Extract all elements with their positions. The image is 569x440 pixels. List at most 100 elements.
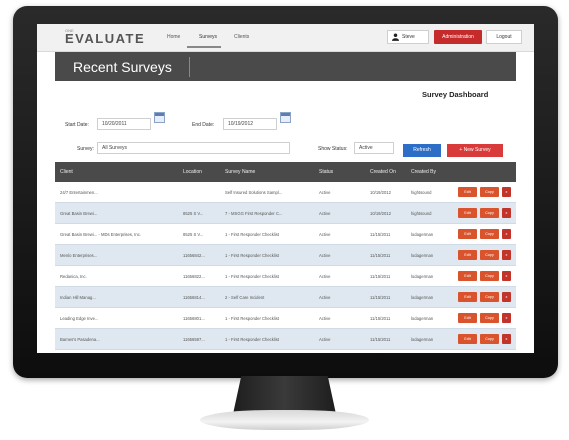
end-date-input[interactable]: 10/19/2012 <box>223 118 277 130</box>
administration-button[interactable]: Administration <box>434 30 482 44</box>
table-row[interactable]: Barnes's Pasadena...11656599...1 - First… <box>55 350 516 353</box>
table-cell: Self Insured Solutions Sampl... <box>225 190 283 195</box>
table-cell: Active <box>319 337 331 342</box>
table-row[interactable]: Indian Hill Manag... 11656814... 2 - Self … <box>55 287 516 308</box>
nav-link-home[interactable]: Home <box>167 34 180 40</box>
table-cell: 11/15/2011 <box>370 274 391 279</box>
logo-text: EVALUATE <box>65 31 146 46</box>
edit-button[interactable]: Edit <box>458 208 477 218</box>
survey-select[interactable]: All Surveys <box>97 142 290 154</box>
start-date-input[interactable]: 10/20/2011 <box>97 118 151 130</box>
table-cell: lodagerman <box>411 337 434 342</box>
table-cell: Active <box>319 274 331 279</box>
delete-button[interactable]: x <box>502 208 511 218</box>
copy-button[interactable]: Copy <box>480 313 499 323</box>
monitor-stand-base <box>200 410 369 430</box>
end-calendar-icon[interactable] <box>280 112 291 123</box>
edit-button[interactable]: Edit <box>458 250 477 260</box>
table-cell: 11/15/2011 <box>370 316 391 321</box>
edit-button[interactable]: Edit <box>458 271 477 281</box>
copy-button[interactable]: Copy <box>480 292 499 302</box>
table-cell: Redanica, Inc. <box>60 274 87 279</box>
table-cell: 1 - First Responder Checklist <box>225 253 279 258</box>
table-cell: Active <box>319 295 331 300</box>
status-select[interactable]: Active <box>354 142 394 154</box>
table-cell: lodagerman <box>411 274 434 279</box>
user-menu[interactable]: Steve <box>387 30 429 44</box>
refresh-button[interactable]: Refresh <box>403 144 441 157</box>
delete-button[interactable]: x <box>502 313 511 323</box>
table-row[interactable]: Redanica, Inc. 11656822... 1 - First Respo… <box>55 266 516 287</box>
table-cell: lodagerman <box>411 232 434 237</box>
table-cell: 11656801... <box>183 316 205 321</box>
table-cell: 11656842... <box>183 253 205 258</box>
table-cell: Great Basin Brewi... <box>60 211 98 216</box>
evaluate-logo[interactable]: ONE EVALUATE <box>65 28 146 48</box>
user-icon <box>392 33 399 41</box>
table-cell: Great Basin Brewi... - MDs Enterprises, … <box>60 232 141 237</box>
table-cell: 1 - First Responder Checklist <box>225 316 279 321</box>
copy-button[interactable]: Copy <box>480 271 499 281</box>
table-cell: 11/15/2011 <box>370 295 391 300</box>
table-cell: 2 - Self Care Incident <box>225 295 265 300</box>
table-cell: 1 - First Responder Checklist <box>225 337 279 342</box>
table-row[interactable]: Menlo Enterprises... 11656842... 1 - First… <box>55 245 516 266</box>
table-row[interactable]: Leading Edge Inve... 11656801... 1 - First… <box>55 308 516 329</box>
table-row[interactable]: Great Basin Brewi... 8525 S V... 7 - MSGG … <box>55 203 516 224</box>
delete-button[interactable]: x <box>502 250 511 260</box>
table-cell: 11656814... <box>183 295 205 300</box>
copy-button[interactable]: Copy <box>480 334 499 344</box>
delete-button[interactable]: x <box>502 334 511 344</box>
column-header-created-by[interactable]: Created By <box>411 169 436 175</box>
delete-button[interactable]: x <box>502 229 511 239</box>
start-date-label: Start Date: <box>65 122 89 128</box>
new-survey-button[interactable]: + New Survey <box>447 144 503 157</box>
table-row[interactable]: Barnes's Pasadena... 11656597... 1 - First… <box>55 329 516 350</box>
table-cell: Active <box>319 316 331 321</box>
edit-button[interactable]: Edit <box>458 229 477 239</box>
column-header-created-on[interactable]: Created On <box>370 169 396 175</box>
nav-link-surveys[interactable]: Surveys <box>199 34 217 40</box>
table-cell: Menlo Enterprises... <box>60 253 98 258</box>
stage: ONE EVALUATE Home Surveys Clients Steve … <box>0 0 569 440</box>
table-cell: 1 - First Responder Checklist <box>225 232 279 237</box>
table-cell: 11/15/2011 <box>370 253 391 258</box>
status-filter-label: Show Status: <box>318 146 348 152</box>
copy-button[interactable]: Copy <box>480 208 499 218</box>
monitor-bezel: ONE EVALUATE Home Surveys Clients Steve … <box>13 6 558 378</box>
nav-link-clients[interactable]: Clients <box>234 34 249 40</box>
column-header-client[interactable]: Client <box>60 169 73 175</box>
copy-button[interactable]: Copy <box>480 250 499 260</box>
table-row[interactable]: 24/7 Entertainmen... Self Insured Solutio… <box>55 182 516 203</box>
survey-filter-label: Survey: <box>77 146 94 152</box>
table-cell: lodagerman <box>411 253 434 258</box>
table-header: Client Location Survey Name Status Creat… <box>55 162 516 182</box>
copy-button[interactable]: Copy <box>480 229 499 239</box>
table-cell: 11/15/2011 <box>370 232 391 237</box>
start-calendar-icon[interactable] <box>154 112 165 123</box>
table-cell: Barnes's Pasadena... <box>60 337 100 342</box>
top-navigation: ONE EVALUATE Home Surveys Clients Steve … <box>37 24 534 52</box>
table-cell: 10/19/2012 <box>370 190 391 195</box>
table-cell: lodagerman <box>411 295 434 300</box>
edit-button[interactable]: Edit <box>458 292 477 302</box>
edit-button[interactable]: Edit <box>458 187 477 197</box>
edit-button[interactable]: Edit <box>458 334 477 344</box>
column-header-location[interactable]: Location <box>183 169 202 175</box>
edit-button[interactable]: Edit <box>458 313 477 323</box>
delete-button[interactable]: x <box>502 271 511 281</box>
table-cell: lodagerman <box>411 316 434 321</box>
column-header-status[interactable]: Status <box>319 169 333 175</box>
delete-button[interactable]: x <box>502 187 511 197</box>
table-row[interactable]: Great Basin Brewi... - MDs Enterprises, … <box>55 224 516 245</box>
delete-button[interactable]: x <box>502 292 511 302</box>
table-cell: Active <box>319 190 331 195</box>
monitor-stand-neck <box>233 376 336 414</box>
active-nav-indicator <box>187 46 221 48</box>
header-divider <box>189 57 190 77</box>
table-cell: Active <box>319 211 331 216</box>
copy-button[interactable]: Copy <box>480 187 499 197</box>
column-header-survey-name[interactable]: Survey Name <box>225 169 255 175</box>
logout-button[interactable]: Logout <box>486 30 522 44</box>
logo-prefix: ONE <box>65 28 74 33</box>
